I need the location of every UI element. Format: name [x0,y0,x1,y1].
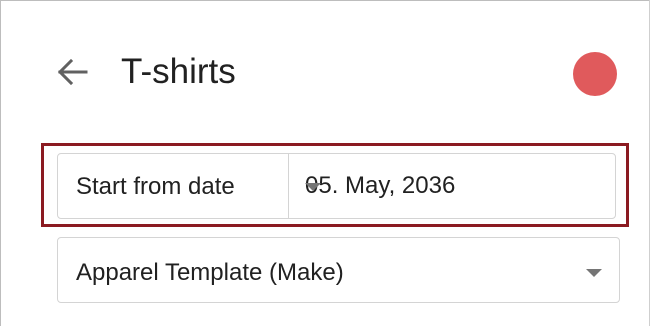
start-mode-dropdown[interactable]: Start from date [58,154,321,218]
template-label: Apparel Template (Make) [76,259,344,286]
start-mode-label: Start from date [76,173,235,200]
start-date-input[interactable] [289,154,615,218]
template-dropdown[interactable]: Apparel Template (Make) [57,237,620,303]
back-button[interactable] [52,52,92,92]
panel-border-left [0,0,1,326]
chevron-down-icon [586,269,602,277]
arrow-left-icon [57,58,88,86]
start-date-group: Start from date [57,153,616,219]
page-title: T-shirts [121,52,236,91]
chevron-down-icon [305,183,321,191]
status-indicator [573,52,617,96]
panel: T-shirts Start from date Apparel Templat… [0,0,650,326]
panel-border-top [0,0,650,1]
